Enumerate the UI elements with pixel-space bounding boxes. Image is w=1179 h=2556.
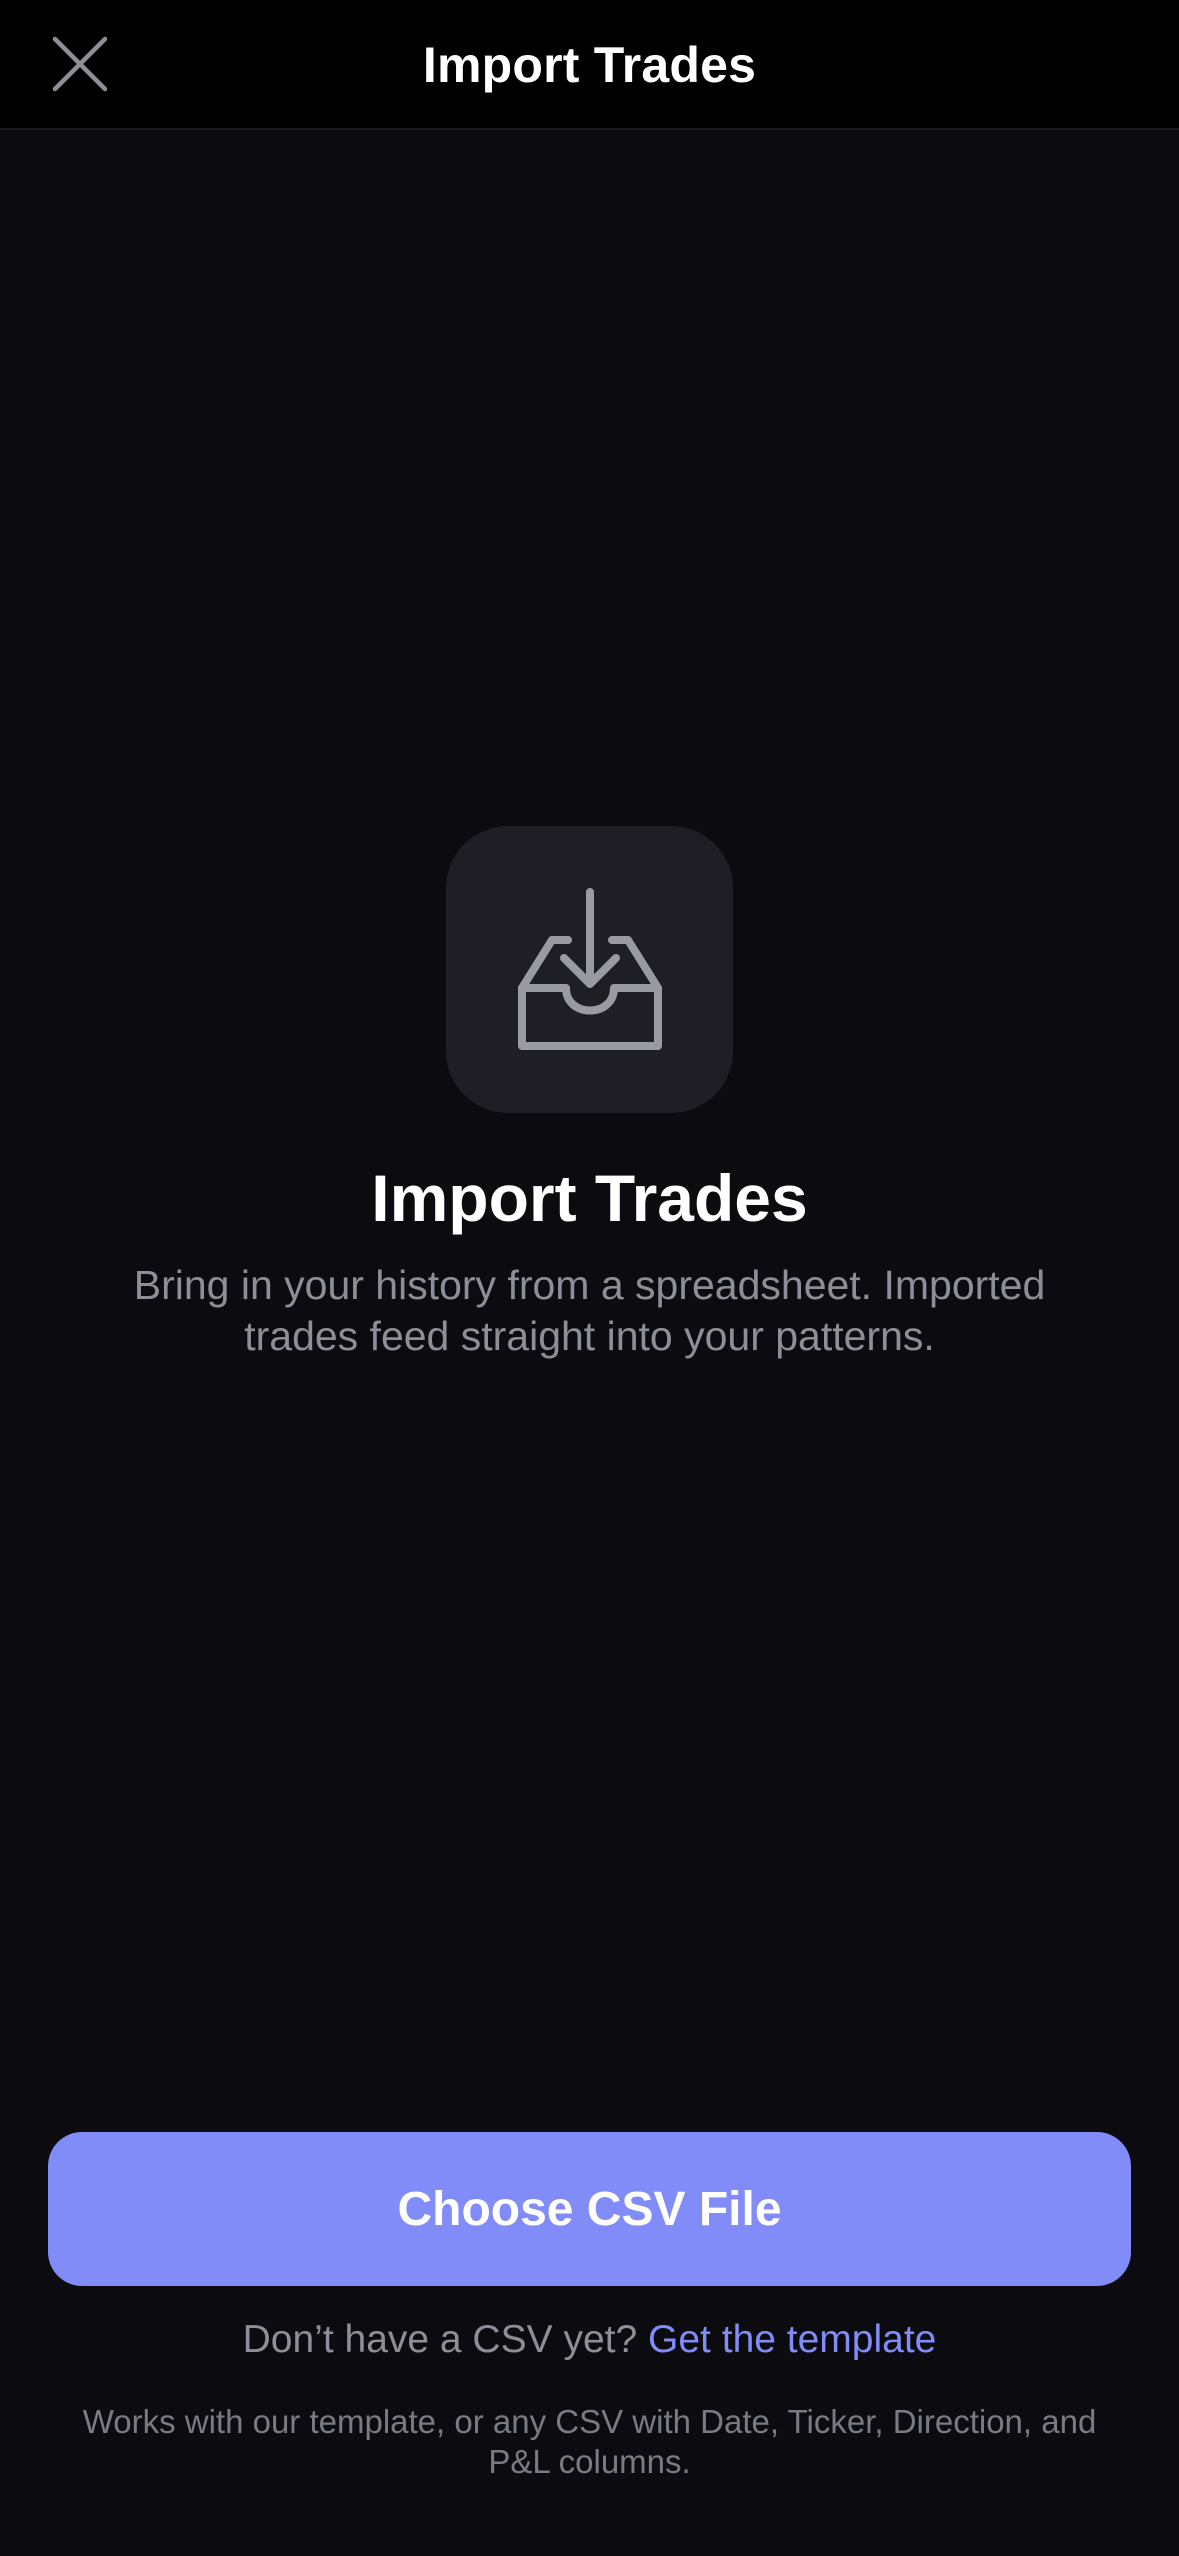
hero-subtitle: Bring in your history from a spreadsheet…: [133, 1262, 1046, 1359]
template-prompt-text: Don’t have a CSV yet?: [242, 2318, 638, 2361]
choose-csv-button[interactable]: Choose CSV File: [48, 2132, 1131, 2286]
nav-bar: Import Trades: [0, 0, 1179, 130]
footnote: Works with our template, or any CSV with…: [82, 2403, 1097, 2480]
inbox-download-icon: [517, 887, 662, 1050]
nav-title: Import Trades: [422, 37, 757, 93]
get-template-link[interactable]: Get the template: [648, 2318, 936, 2361]
import-icon-tile: [446, 826, 733, 1113]
template-prompt: Don’t have a CSV yet? Get the template: [0, 2318, 1179, 2362]
hero-title: Import Trades: [371, 1161, 808, 1235]
